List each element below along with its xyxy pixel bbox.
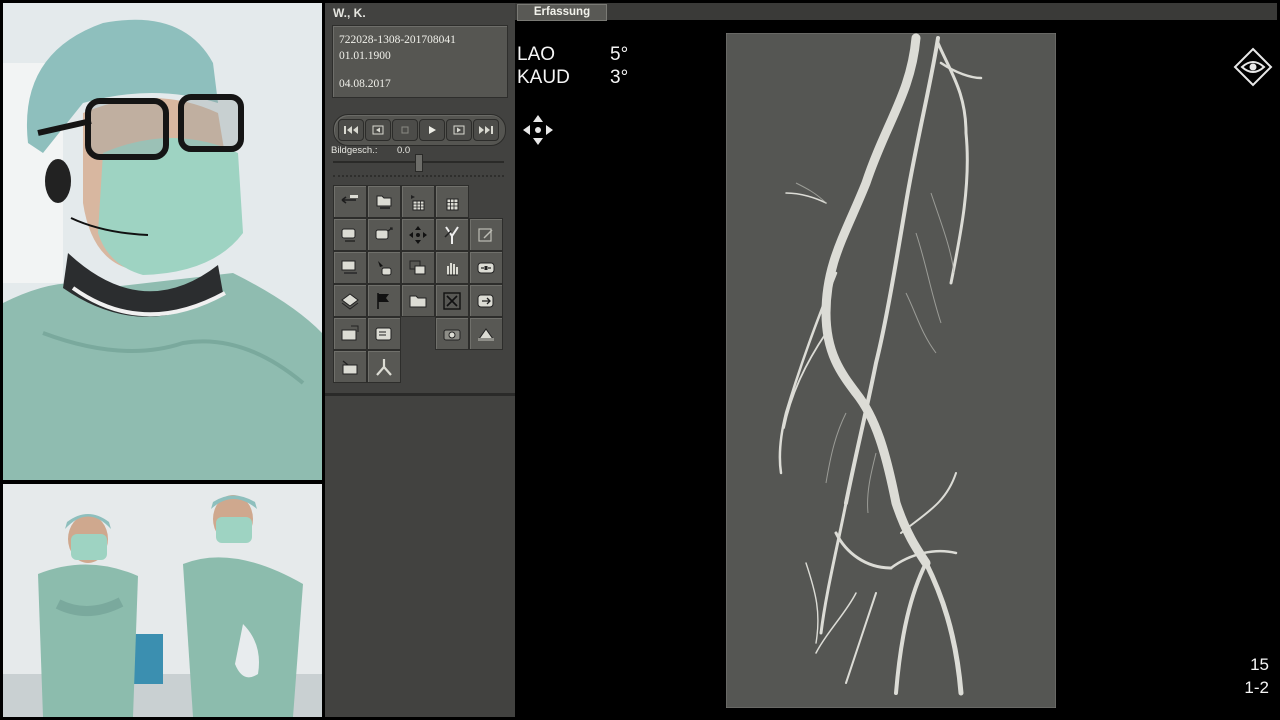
annotation-button[interactable] bbox=[469, 218, 503, 251]
angiogram-image bbox=[726, 33, 1056, 708]
archive-button[interactable] bbox=[333, 350, 367, 383]
panel-divider bbox=[325, 393, 515, 396]
folder-arrow-icon bbox=[376, 195, 392, 209]
patient-id: 722028-1308-201708041 bbox=[339, 34, 456, 46]
operating-room-video bbox=[3, 484, 322, 717]
surgeon-closeup-image bbox=[3, 3, 322, 480]
folder-icon bbox=[409, 295, 427, 308]
scan-button[interactable] bbox=[469, 317, 503, 350]
monitor-icon bbox=[341, 228, 356, 242]
monitor-export-icon bbox=[375, 227, 393, 240]
flag-icon bbox=[377, 293, 389, 309]
overlay-images-icon bbox=[409, 260, 426, 275]
pan-move-icon[interactable] bbox=[521, 113, 555, 147]
delete-button[interactable] bbox=[435, 284, 469, 317]
compare-button[interactable] bbox=[401, 251, 435, 284]
angiography-viewer: Erfassung LAO 5° KAUD 3° 15 1-2 bbox=[515, 3, 1277, 717]
bifurcation-icon bbox=[376, 359, 392, 376]
zoom-frame-button[interactable] bbox=[469, 251, 503, 284]
pointer-select-icon bbox=[378, 261, 392, 276]
separator bbox=[333, 175, 504, 177]
step-back-button[interactable] bbox=[365, 119, 391, 141]
study-date: 04.08.2017 bbox=[339, 78, 391, 90]
export-frame-icon bbox=[477, 294, 494, 308]
four-arrows-icon bbox=[409, 226, 427, 244]
skip-to-end-icon bbox=[479, 126, 493, 134]
operating-room-image bbox=[3, 484, 322, 717]
select-button[interactable] bbox=[367, 251, 401, 284]
speed-slider-thumb[interactable] bbox=[415, 154, 423, 172]
sequence-back-button[interactable] bbox=[333, 185, 367, 218]
speed-value: 0.0 bbox=[397, 145, 411, 156]
series-number: 1-2 bbox=[1244, 678, 1269, 697]
report-icon bbox=[341, 325, 359, 341]
display-button[interactable] bbox=[333, 218, 367, 251]
hand-tool-button[interactable] bbox=[435, 251, 469, 284]
playback-controls bbox=[333, 114, 506, 146]
image-grid-button[interactable] bbox=[435, 185, 469, 218]
camera-button[interactable] bbox=[435, 317, 469, 350]
flag-button[interactable] bbox=[367, 284, 401, 317]
speed-label: Bildgesch.: bbox=[331, 145, 378, 156]
patient-info-box: 722028-1308-201708041 01.01.1900 04.08.2… bbox=[332, 25, 508, 98]
grid-forward-button[interactable] bbox=[401, 185, 435, 218]
step-back-icon bbox=[372, 125, 384, 135]
hand-icon bbox=[447, 263, 458, 276]
viewer-toolbar: Erfassung bbox=[515, 3, 1277, 21]
eye-view-icon[interactable] bbox=[1233, 47, 1273, 87]
frame-arrows-icon bbox=[477, 262, 495, 274]
control-panel: W., K. 722028-1308-201708041 01.01.1900 … bbox=[325, 3, 515, 717]
angle-1-label: LAO bbox=[517, 44, 556, 65]
image-grid-icon bbox=[446, 198, 459, 211]
pan-button[interactable] bbox=[401, 218, 435, 251]
angle-1-value: 5° bbox=[610, 44, 629, 65]
close-box-icon bbox=[443, 292, 461, 310]
play-icon bbox=[429, 126, 436, 134]
patient-birth-date: 01.01.1900 bbox=[339, 50, 391, 62]
vessel-cut-icon bbox=[444, 226, 459, 244]
angle-2-value: 3° bbox=[610, 67, 629, 88]
subtraction-button[interactable] bbox=[333, 251, 367, 284]
scanner-icon bbox=[478, 328, 494, 341]
stop-icon bbox=[401, 126, 409, 134]
stop-button[interactable] bbox=[392, 119, 418, 141]
bifurcation-button[interactable] bbox=[367, 350, 401, 383]
step-forward-icon bbox=[453, 125, 465, 135]
layers-button[interactable] bbox=[333, 284, 367, 317]
sequence-back-icon bbox=[341, 195, 358, 204]
tab-erfassung[interactable]: Erfassung bbox=[517, 4, 607, 21]
vessel-analysis-button[interactable] bbox=[435, 218, 469, 251]
camera-icon bbox=[443, 329, 461, 341]
play-button[interactable] bbox=[419, 119, 445, 141]
export-button[interactable] bbox=[469, 284, 503, 317]
edit-frame-icon bbox=[478, 228, 493, 242]
patient-name: W., K. bbox=[333, 6, 366, 20]
frame-number: 15 bbox=[1250, 655, 1269, 674]
display-export-button[interactable] bbox=[367, 218, 401, 251]
surgeon-closeup-video bbox=[3, 3, 322, 480]
layers-icon bbox=[341, 293, 359, 310]
skip-to-end-button[interactable] bbox=[473, 119, 499, 141]
step-forward-button[interactable] bbox=[446, 119, 472, 141]
angle-2-label: KAUD bbox=[517, 67, 570, 88]
load-series-button[interactable] bbox=[367, 185, 401, 218]
skip-to-start-icon bbox=[344, 126, 358, 134]
archive-icon bbox=[342, 360, 358, 375]
grid-forward-icon bbox=[411, 195, 425, 211]
image-stack-icon bbox=[341, 260, 357, 274]
skip-to-start-button[interactable] bbox=[338, 119, 364, 141]
text-button[interactable] bbox=[367, 317, 401, 350]
folder-button[interactable] bbox=[401, 284, 435, 317]
text-lines-icon bbox=[375, 327, 392, 341]
report-button[interactable] bbox=[333, 317, 367, 350]
